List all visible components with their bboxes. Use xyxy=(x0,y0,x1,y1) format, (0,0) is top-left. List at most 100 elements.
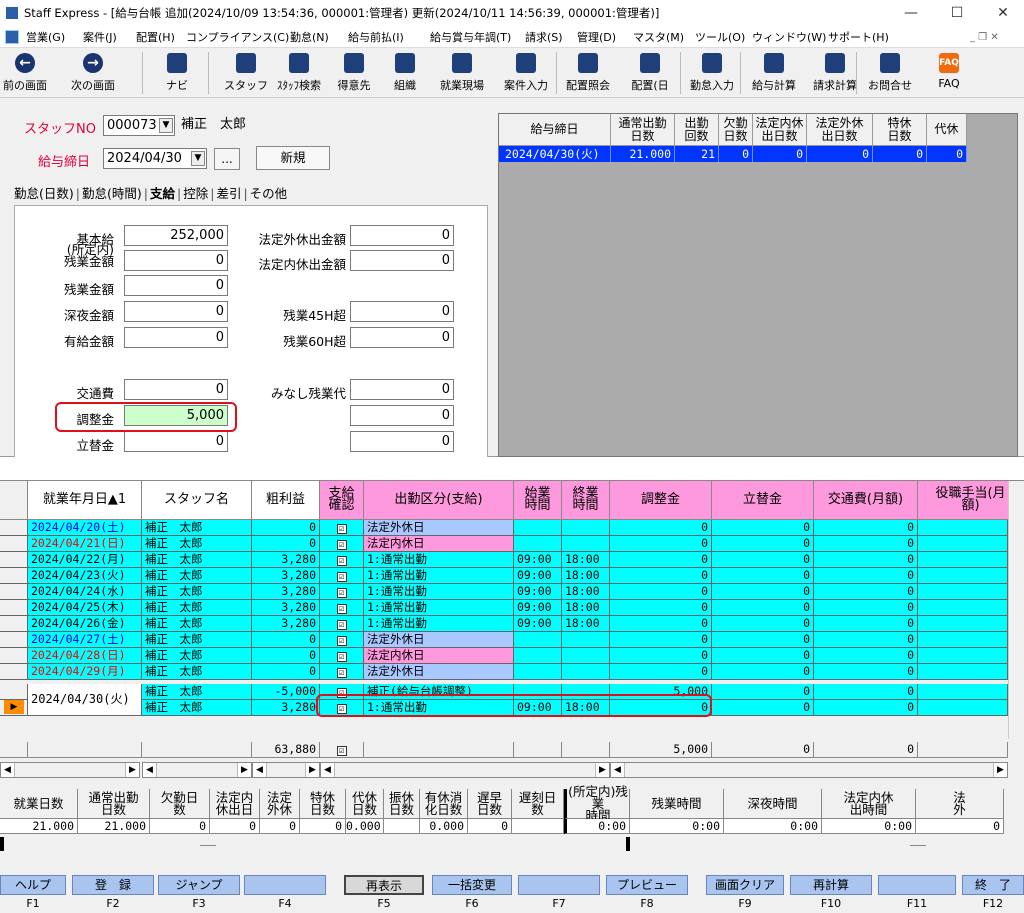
cell-staff-name[interactable]: 補正 太郎 xyxy=(142,600,252,616)
cell-pay-confirm[interactable]: ☑ xyxy=(320,664,364,680)
cell-advance[interactable]: 0 xyxy=(712,584,814,600)
cell-advance[interactable]: 0 xyxy=(712,536,814,552)
toolbar-faq-button[interactable]: FAQ FAQ xyxy=(920,48,978,98)
cell-transport[interactable]: 0 xyxy=(814,648,918,664)
toolbar-forward-arrow-button[interactable]: → 次の画面 xyxy=(64,48,122,98)
toolbar-navi-button[interactable]: ナビ xyxy=(154,48,200,98)
row-selector[interactable] xyxy=(0,584,28,600)
toolbar-attendance-input-button[interactable]: 勤怠入力 xyxy=(682,48,742,98)
cell-date[interactable]: 2024/04/26(金) xyxy=(28,616,142,632)
menu-item[interactable]: 請求(S) xyxy=(525,27,563,48)
fkey-f4-button[interactable] xyxy=(244,875,326,895)
pay-close-grid[interactable]: 給与締日 通常出勤 日数 出勤 回数 欠勤 日数 法定内休 出日数 法定外休 出日数 特休 日数 代休 20… xyxy=(498,113,1018,457)
cell-position-allowance[interactable] xyxy=(918,700,1008,716)
top-grid-cell[interactable]: 0 xyxy=(873,146,927,162)
toolbar-placement-day-button[interactable]: 配置(日 xyxy=(620,48,680,98)
cell-date[interactable]: 2024/04/24(水) xyxy=(28,584,142,600)
cell-advance[interactable]: 0 xyxy=(712,664,814,680)
cell-attendance-type[interactable]: 1:通常出勤 xyxy=(364,600,514,616)
table-row[interactable]: 2024/04/27(土) 補正 太郎 0 ☑ 法定外休日 0 0 0 xyxy=(0,632,1024,648)
grid-header[interactable]: 交通費(月額) xyxy=(814,481,918,520)
cell-profit[interactable]: 3,280 xyxy=(252,552,320,568)
scroll-left-arrow-icon[interactable]: ◀ xyxy=(143,763,157,777)
pay-close-select[interactable]: 2024/04/30 ▼ xyxy=(103,148,207,169)
cell-transport[interactable]: 0 xyxy=(814,536,918,552)
fkey-f6-button[interactable]: 一括変更 xyxy=(432,875,512,895)
night-amount-input[interactable]: 0 xyxy=(124,301,228,322)
cell-staff-name[interactable]: 補正 太郎 xyxy=(142,536,252,552)
checkbox[interactable]: ☑ xyxy=(336,572,347,582)
table-row[interactable]: 2024/04/20(土) 補正 太郎 0 ☑ 法定外休日 0 0 0 xyxy=(0,520,1024,536)
cell-date[interactable]: 2024/04/20(土) xyxy=(28,520,142,536)
cell-start-time[interactable] xyxy=(514,520,562,536)
grid-hscrollbar[interactable]: ◀ ▶ xyxy=(0,762,140,778)
top-grid-header[interactable]: 代休 xyxy=(927,114,967,146)
fkey-f10-button[interactable]: 再計算 xyxy=(790,875,872,895)
ellipsis-button[interactable]: ... xyxy=(214,148,240,170)
table-row[interactable]: 2024/04/28(日) 補正 太郎 0 ☑ 法定内休日 0 0 0 xyxy=(0,648,1024,664)
cell-transport[interactable]: 0 xyxy=(814,568,918,584)
cell-end-time[interactable] xyxy=(562,536,610,552)
table-row[interactable]: 2024/04/29(月) 補正 太郎 0 ☑ 法定外休日 0 0 0 xyxy=(0,664,1024,680)
basic-pay-input[interactable]: 252,000 xyxy=(124,225,228,246)
cell-staff-name[interactable]: 補正 太郎 xyxy=(142,664,252,680)
cell-pay-confirm[interactable]: ☑ xyxy=(320,520,364,536)
top-grid-header[interactable]: 通常出勤 日数 xyxy=(611,114,675,146)
table-row[interactable]: 2024/04/26(金) 補正 太郎 3,280 ☑ 1:通常出勤 09:00 18:00… xyxy=(0,616,1024,632)
maximize-button[interactable]: ☐ xyxy=(934,0,980,27)
cell-position-allowance[interactable] xyxy=(918,648,1008,664)
table-row[interactable]: 2024/04/23(火) 補正 太郎 3,280 ☑ 1:通常出勤 09:00 18:00… xyxy=(0,568,1024,584)
cell-pay-confirm[interactable]: ☑ xyxy=(320,616,364,632)
ot-amount-input[interactable]: 0 xyxy=(124,275,228,296)
top-grid-header[interactable]: 欠勤 日数 xyxy=(719,114,753,146)
cell-staff-name[interactable]: 補正 太郎 xyxy=(142,568,252,584)
cell-staff-name[interactable]: 補正 太郎 xyxy=(142,552,252,568)
cell-position-allowance[interactable] xyxy=(918,552,1008,568)
cell-transport[interactable]: 0 xyxy=(814,664,918,680)
cell-adjustment[interactable]: 0 xyxy=(610,648,712,664)
summary-scroll-thumb[interactable] xyxy=(910,845,926,846)
row-selector[interactable] xyxy=(0,568,28,584)
cell-transport[interactable]: 0 xyxy=(814,700,918,716)
top-grid-cell[interactable]: 21.000 xyxy=(611,146,675,162)
cell-staff-name[interactable]: 補正 太郎 xyxy=(142,616,252,632)
top-grid-header[interactable]: 給与締日 xyxy=(499,114,611,146)
cell-date[interactable]: 2024/04/21(日) xyxy=(28,536,142,552)
cell-pay-confirm[interactable]: ☑ xyxy=(320,536,364,552)
cell-pay-confirm[interactable]: ☑ xyxy=(320,552,364,568)
scroll-right-arrow-icon[interactable]: ▶ xyxy=(125,763,139,777)
menu-item[interactable]: 給与前払(I) xyxy=(348,27,404,48)
top-grid-header[interactable]: 法定内休 出日数 xyxy=(753,114,807,146)
cell-position-allowance[interactable] xyxy=(918,520,1008,536)
menu-item[interactable]: 配置(H) xyxy=(136,27,175,48)
cell-position-allowance[interactable] xyxy=(918,584,1008,600)
cell-profit[interactable]: 3,280 xyxy=(252,700,320,716)
cell-staff-name[interactable]: 補正 太郎 xyxy=(142,632,252,648)
cell-attendance-type[interactable]: 1:通常出勤 xyxy=(364,552,514,568)
top-grid-cell[interactable]: 0 xyxy=(719,146,753,162)
cell-profit[interactable]: 0 xyxy=(252,664,320,680)
cell-end-time[interactable] xyxy=(562,520,610,536)
table-row[interactable]: 2024/04/25(木) 補正 太郎 3,280 ☑ 1:通常出勤 09:00 18:00… xyxy=(0,600,1024,616)
scroll-right-arrow-icon[interactable]: ▶ xyxy=(595,763,609,777)
cell-transport[interactable]: 0 xyxy=(814,552,918,568)
cell-start-time[interactable]: 09:00 xyxy=(514,616,562,632)
paid-leave-amount-input[interactable]: 0 xyxy=(124,327,228,348)
grid-header[interactable]: 支給 確認 xyxy=(320,481,364,520)
cell-pay-confirm[interactable]: ☑ xyxy=(320,632,364,648)
grid-header[interactable]: 始業 時間 xyxy=(514,481,562,520)
top-grid-cell[interactable]: 21 xyxy=(675,146,719,162)
grid-hscrollbar[interactable]: ◀ ▶ xyxy=(252,762,320,778)
scroll-left-arrow-icon[interactable]: ◀ xyxy=(321,763,335,777)
cell-profit[interactable]: 3,280 xyxy=(252,600,320,616)
dropdown-arrow-icon[interactable]: ▼ xyxy=(159,118,173,133)
cell-transport[interactable]: 0 xyxy=(814,616,918,632)
menu-item[interactable]: ウィンドウ(W) xyxy=(752,27,826,48)
fkey-f12-button[interactable]: 終 了 xyxy=(962,875,1024,895)
top-grid-header[interactable]: 出勤 回数 xyxy=(675,114,719,146)
checkbox[interactable]: ☑ xyxy=(336,652,347,662)
grid-header[interactable]: スタッフ名 xyxy=(142,481,252,520)
row-selector[interactable] xyxy=(0,552,28,568)
cell-transport[interactable]: 0 xyxy=(814,584,918,600)
cell-transport[interactable]: 0 xyxy=(814,684,918,700)
